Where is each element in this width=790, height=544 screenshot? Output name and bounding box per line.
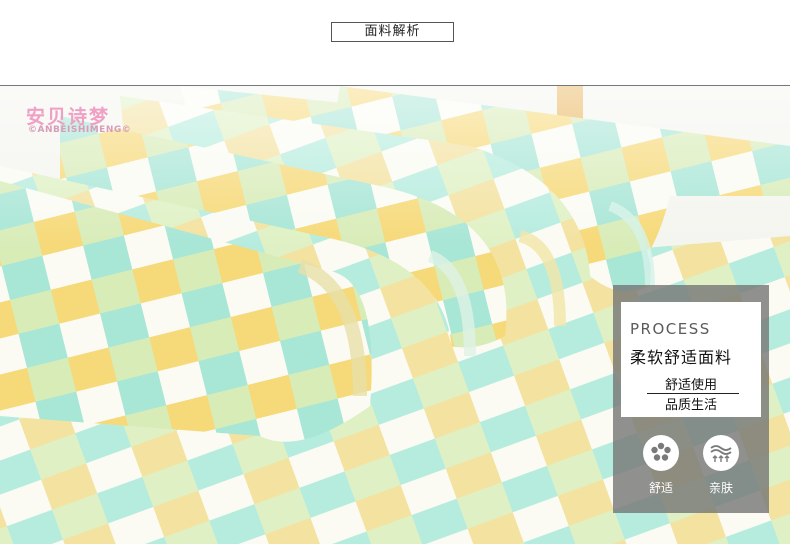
tagline-1: 舒适使用 (664, 378, 717, 393)
process-kicker: PROCESS (630, 320, 711, 338)
flower-icon (643, 435, 679, 471)
section-title: 面料解析 (331, 22, 454, 42)
feature-comfort-label: 舒适 (648, 481, 673, 495)
skin-icon (703, 435, 739, 471)
process-panel: PROCESS 柔软舒适面料 舒适使用 品质生活 舒适 亲肤 (613, 285, 769, 513)
feature-skin: 亲肤 (701, 435, 741, 496)
tagline-2: 品质生活 (664, 398, 717, 413)
brand-logo-sub: ©ANBEISHIMENG© (28, 125, 132, 135)
info-card: PROCESS 柔软舒适面料 舒适使用 品质生活 (621, 302, 761, 417)
feature-skin-label: 亲肤 (708, 481, 733, 495)
header: 面料解析 (0, 0, 790, 86)
feature-comfort: 舒适 (641, 435, 681, 496)
panel-title: 柔软舒适面料 (630, 348, 733, 367)
